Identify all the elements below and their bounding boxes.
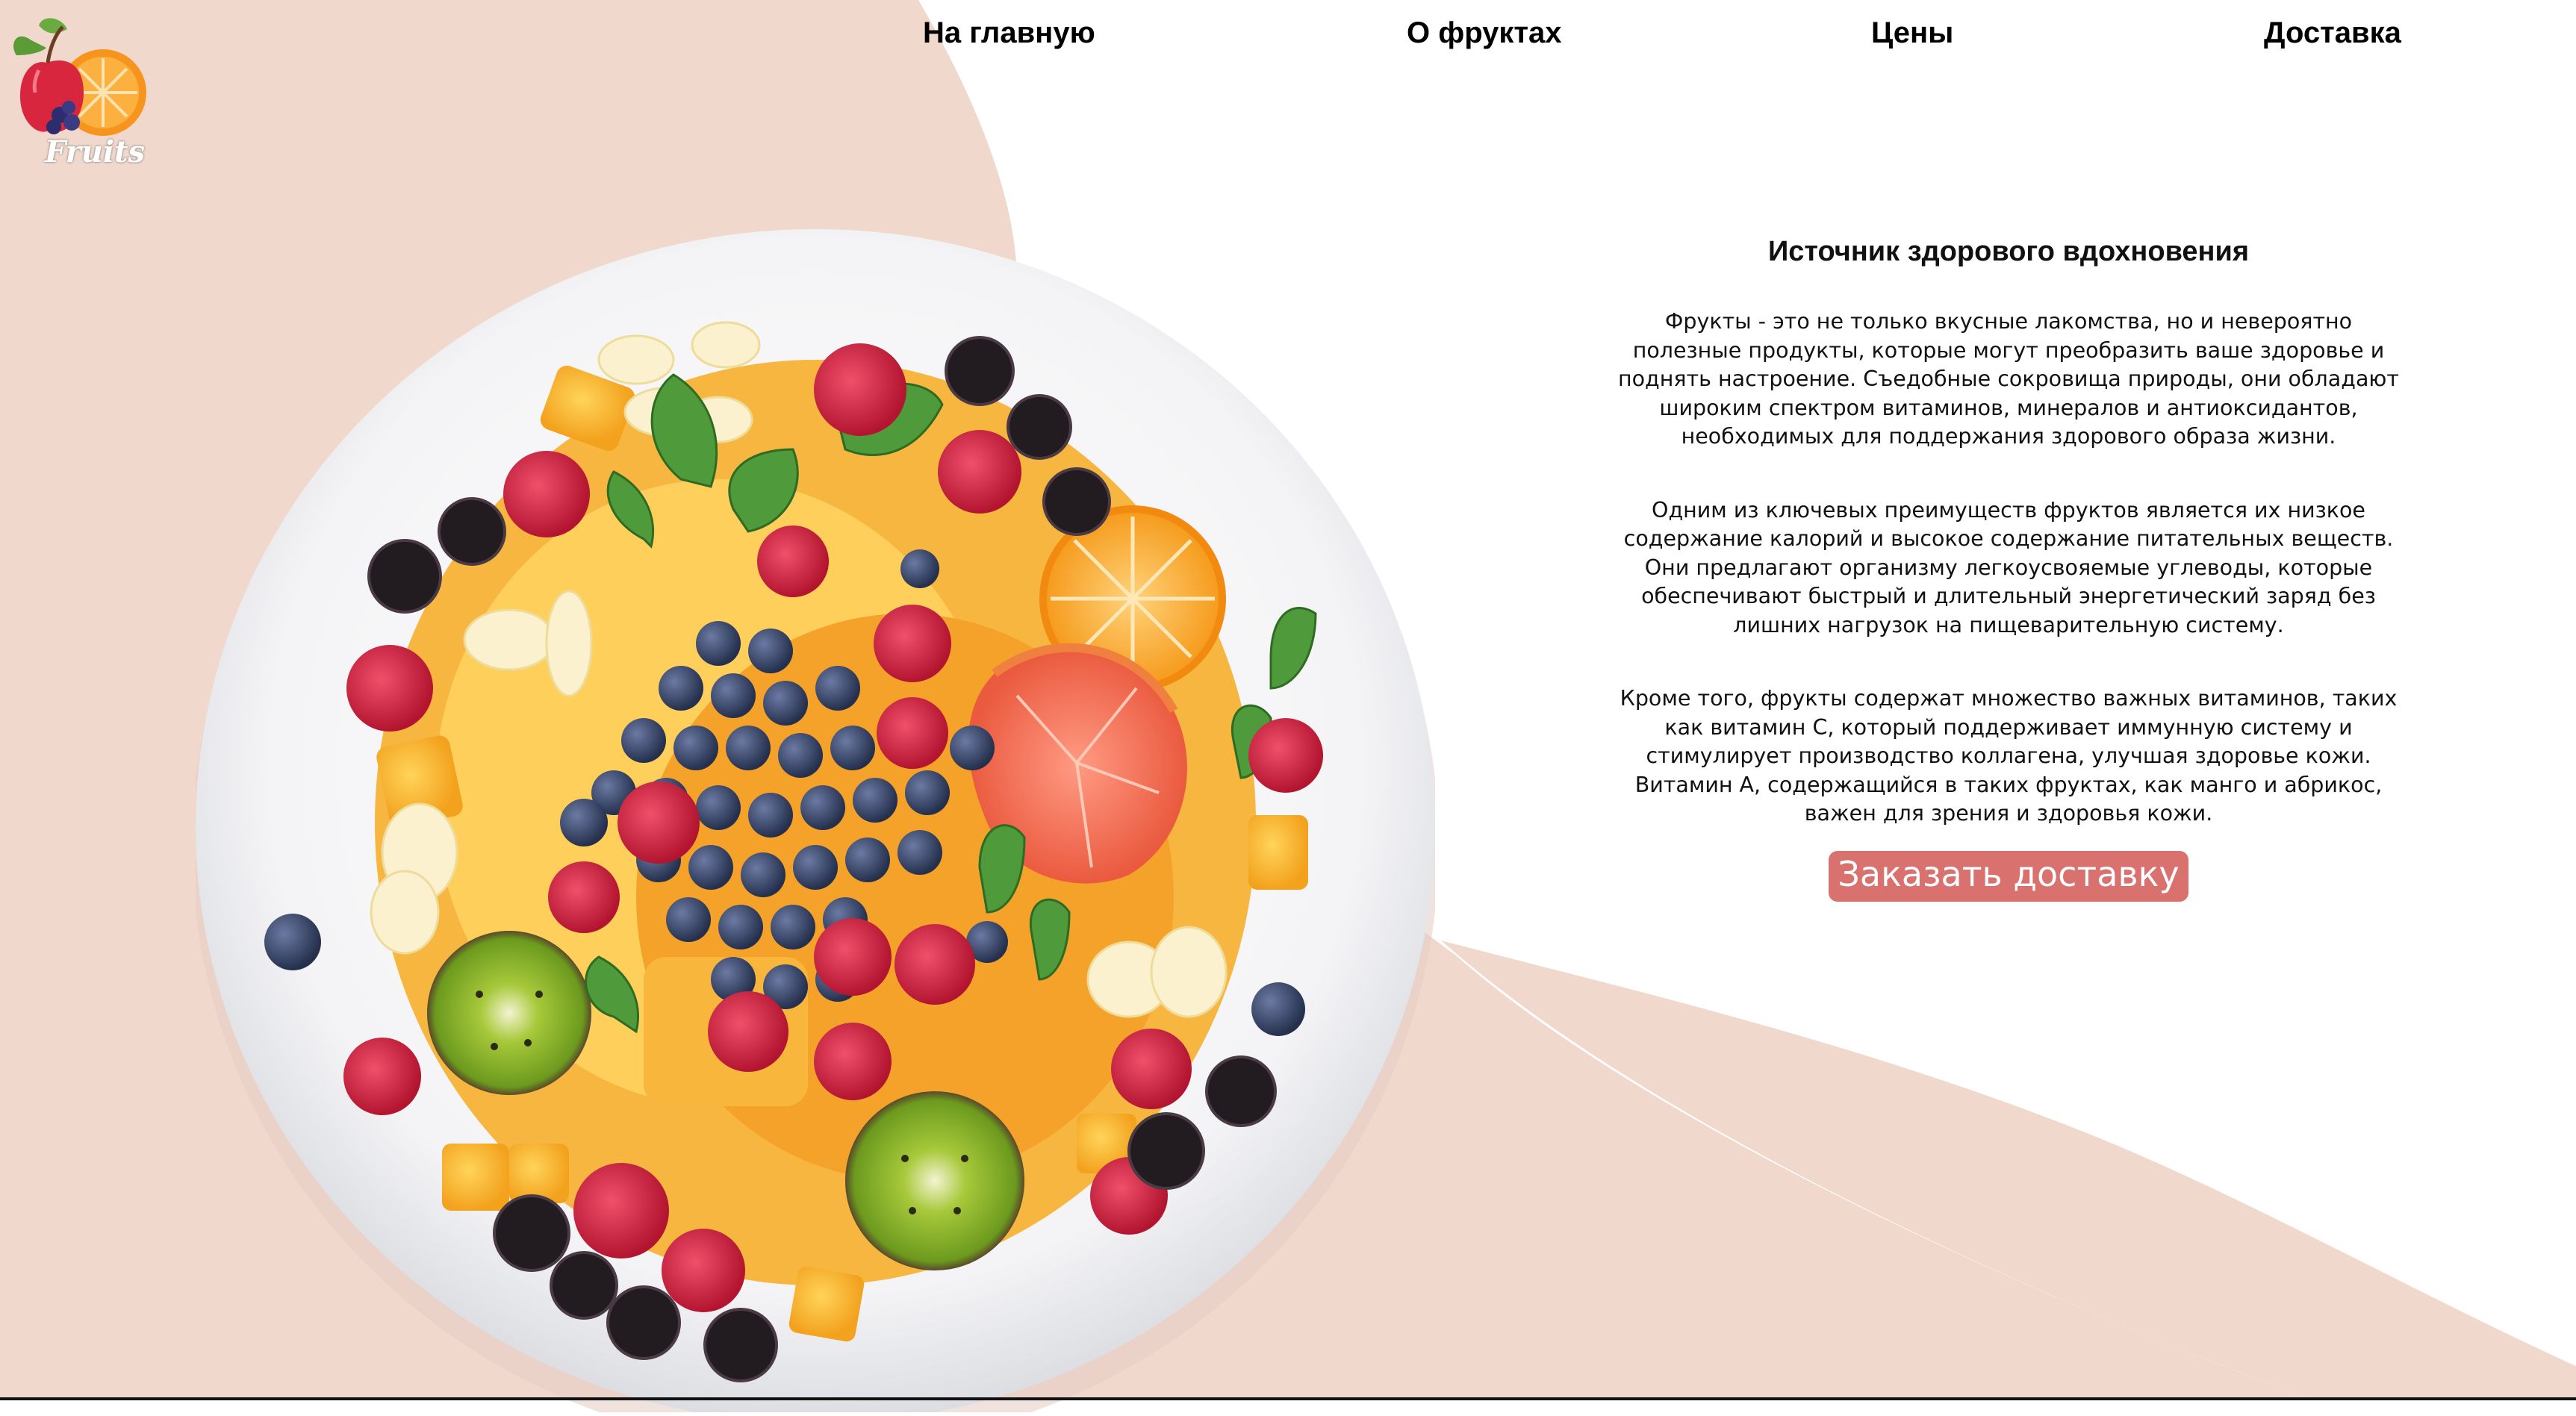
- hero-paragraph-1: Фрукты - это не только вкусные лакомства…: [1617, 309, 2399, 449]
- nav-about-fruits-link[interactable]: О фруктах: [1407, 16, 1561, 50]
- nav-prices-link[interactable]: Цены: [1871, 16, 1953, 50]
- hero-paragraph-2: Одним из ключевых преимуществ фруктов яв…: [1623, 497, 2394, 637]
- main-nav: На главную О фруктах Цены Доставка: [0, 16, 2576, 69]
- fruit-salad-plate-image: [192, 225, 1439, 1416]
- window-bottom-edge: [0, 1397, 2576, 1400]
- nav-home-link[interactable]: На главную: [923, 16, 1095, 50]
- hero-content: Источник здорового вдохновения Фрукты - …: [1613, 231, 2404, 902]
- hero-title: Источник здорового вдохновения: [1767, 236, 2250, 267]
- nav-delivery-link[interactable]: Доставка: [2264, 16, 2401, 50]
- hero-paragraph-3: Кроме того, фрукты содержат множество ва…: [1620, 686, 2398, 826]
- logo-text: Fruits: [44, 134, 146, 169]
- order-delivery-button[interactable]: Заказать доставку: [1829, 850, 2188, 902]
